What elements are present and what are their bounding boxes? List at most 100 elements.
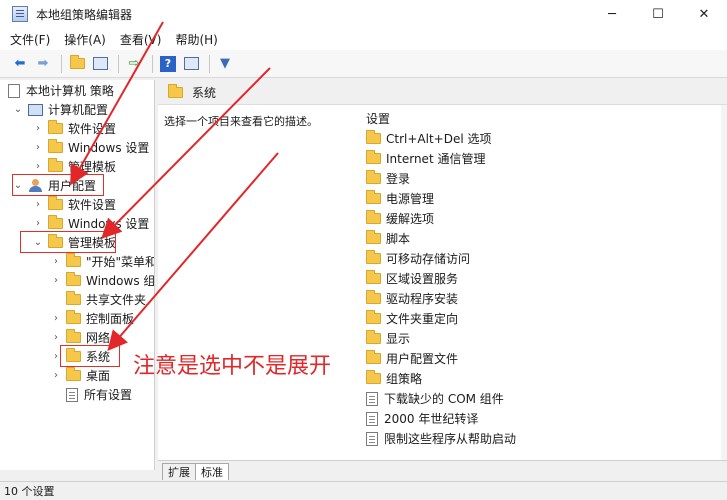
list-item-label: 2000 年世纪转译 [384, 412, 479, 426]
folder-icon [366, 370, 381, 384]
list-item[interactable]: 文件夹重定向 [366, 309, 458, 328]
folder-icon [366, 130, 381, 144]
properties-icon[interactable] [181, 54, 201, 74]
folder-icon [366, 190, 381, 204]
tree-item-local-computer-policy[interactable]: 本地计算机 策略 [8, 81, 114, 100]
tree-item-label: "开始"菜单和 [86, 255, 155, 269]
tree-item-desktop[interactable]: › 桌面 [50, 366, 110, 385]
chevron-right-icon[interactable]: › [50, 275, 62, 286]
menu-view[interactable]: 查看(V) [120, 31, 162, 48]
minimize-button[interactable]: ─ [589, 0, 635, 28]
tab-standard[interactable]: 标准 [195, 463, 229, 480]
list-item[interactable]: Internet 通信管理 [366, 149, 485, 168]
forward-arrow-icon[interactable]: ➡ [33, 54, 53, 74]
list-item[interactable]: Ctrl+Alt+Del 选项 [366, 129, 491, 148]
details-pane: 系统 选择一个项目来查看它的描述。 设置 Ctrl+Alt+Del 选项 Int… [158, 80, 727, 460]
list-item[interactable]: 2000 年世纪转译 [366, 409, 478, 428]
folder-icon [48, 139, 63, 153]
tree-pane[interactable]: 本地计算机 策略 ⌄ 计算机配置 › 软件设置 › Windows 设置 › 管… [0, 80, 155, 480]
menu-file[interactable]: 文件(F) [10, 31, 50, 48]
chevron-right-icon[interactable]: › [50, 351, 62, 362]
up-folder-icon[interactable] [67, 54, 87, 74]
chevron-right-icon[interactable]: › [32, 142, 44, 153]
tab-extended[interactable]: 扩展 [162, 463, 196, 480]
tree-item-admin-templates[interactable]: ⌄ 管理模板 [32, 233, 116, 252]
details-vertical-scrollbar[interactable] [721, 105, 727, 460]
list-item[interactable]: 电源管理 [366, 189, 434, 208]
list-item[interactable]: 限制这些程序从帮助启动 [366, 429, 516, 448]
folder-icon [168, 83, 183, 98]
tree-item-start-menu[interactable]: › "开始"菜单和 [50, 252, 155, 271]
chevron-right-icon[interactable]: › [50, 256, 62, 267]
tree-item-label: Windows 设置 [68, 217, 150, 231]
tree-item-computer-config[interactable]: ⌄ 计算机配置 [12, 100, 108, 119]
chevron-down-icon[interactable]: ⌄ [12, 104, 24, 115]
back-arrow-icon[interactable]: ⬅ [10, 54, 30, 74]
menu-help[interactable]: 帮助(H) [175, 31, 217, 48]
tree-item-label: 软件设置 [68, 122, 117, 136]
chevron-right-icon[interactable]: › [32, 199, 44, 210]
maximize-button[interactable]: ☐ [635, 0, 681, 28]
tree-item-label: Windows 组 [86, 274, 155, 288]
computer-icon [28, 103, 43, 116]
show-hide-tree-icon[interactable] [90, 54, 110, 74]
folder-icon [66, 348, 81, 362]
list-item[interactable]: 驱动程序安装 [366, 289, 458, 308]
chevron-right-icon[interactable]: › [50, 370, 62, 381]
chevron-down-icon[interactable]: ⌄ [12, 180, 24, 191]
list-item[interactable]: 缓解选项 [366, 209, 434, 228]
tree-item-network[interactable]: › 网络 [50, 328, 110, 347]
filter-icon[interactable]: ▼ [215, 54, 235, 74]
tree-item-software-settings[interactable]: › 软件设置 [32, 195, 116, 214]
tree-item-windows-settings[interactable]: › Windows 设置 [32, 214, 149, 233]
tree-item-control-panel[interactable]: › 控制面板 [50, 309, 134, 328]
tree-item-label: 网络 [86, 331, 111, 345]
tree-item-user-config[interactable]: ⌄ 用户配置 [12, 176, 96, 195]
tree-item-shared-folders[interactable]: 共享文件夹 [50, 290, 146, 309]
folder-icon [66, 329, 81, 343]
tree-item-software-settings[interactable]: › 软件设置 [32, 119, 116, 138]
list-item[interactable]: 脚本 [366, 229, 410, 248]
list-item[interactable]: 用户配置文件 [366, 349, 458, 368]
chevron-right-icon[interactable]: › [50, 332, 62, 343]
list-item[interactable]: 显示 [366, 329, 410, 348]
menu-action[interactable]: 操作(A) [64, 31, 106, 48]
tree-item-system[interactable]: › 系统 [50, 347, 110, 366]
chevron-right-icon[interactable]: › [50, 313, 62, 324]
folder-icon [48, 196, 63, 210]
list-item[interactable]: 可移动存储访问 [366, 249, 470, 268]
folder-icon [48, 120, 63, 134]
tree-item-admin-templates[interactable]: › 管理模板 [32, 157, 116, 176]
list-item[interactable]: 下载缺少的 COM 组件 [366, 389, 504, 408]
list-item-label: Ctrl+Alt+Del 选项 [386, 132, 492, 146]
user-icon [28, 179, 43, 192]
group-policy-app-icon [12, 6, 28, 22]
list-item[interactable]: 组策略 [366, 369, 422, 388]
help-icon[interactable]: ? [158, 54, 178, 74]
list-item-label: 限制这些程序从帮助启动 [384, 432, 517, 446]
tree-item-windows-settings[interactable]: › Windows 设置 [32, 138, 149, 157]
chevron-down-icon[interactable]: ⌄ [32, 237, 44, 248]
folder-icon [366, 250, 381, 264]
close-button[interactable]: ✕ [681, 0, 727, 28]
chevron-right-icon[interactable]: › [32, 161, 44, 172]
description-text: 选择一个项目来查看它的描述。 [164, 115, 318, 128]
column-header-setting[interactable]: 设置 [366, 110, 390, 127]
chevron-right-icon[interactable]: › [32, 123, 44, 134]
tree-horizontal-scrollbar[interactable] [0, 470, 155, 480]
export-list-icon[interactable]: ⇨ [124, 54, 144, 74]
toolbar-divider [118, 54, 119, 73]
tree-item-windows-components[interactable]: › Windows 组 [50, 271, 155, 290]
list-item[interactable]: 区域设置服务 [366, 269, 458, 288]
folder-icon [366, 350, 381, 364]
tree-item-label: 管理模板 [68, 236, 117, 250]
list-item-label: 区域设置服务 [386, 272, 459, 286]
tree-item-label: 所有设置 [84, 388, 133, 402]
list-item[interactable]: 登录 [366, 169, 410, 188]
folder-icon [66, 253, 81, 267]
tree-item-label: 用户配置 [48, 179, 97, 193]
tree-item-all-settings[interactable]: 所有设置 [50, 385, 132, 404]
tree-item-label: 本地计算机 策略 [26, 84, 114, 98]
chevron-right-icon[interactable]: › [32, 218, 44, 229]
status-text: 10 个设置 [4, 485, 55, 498]
